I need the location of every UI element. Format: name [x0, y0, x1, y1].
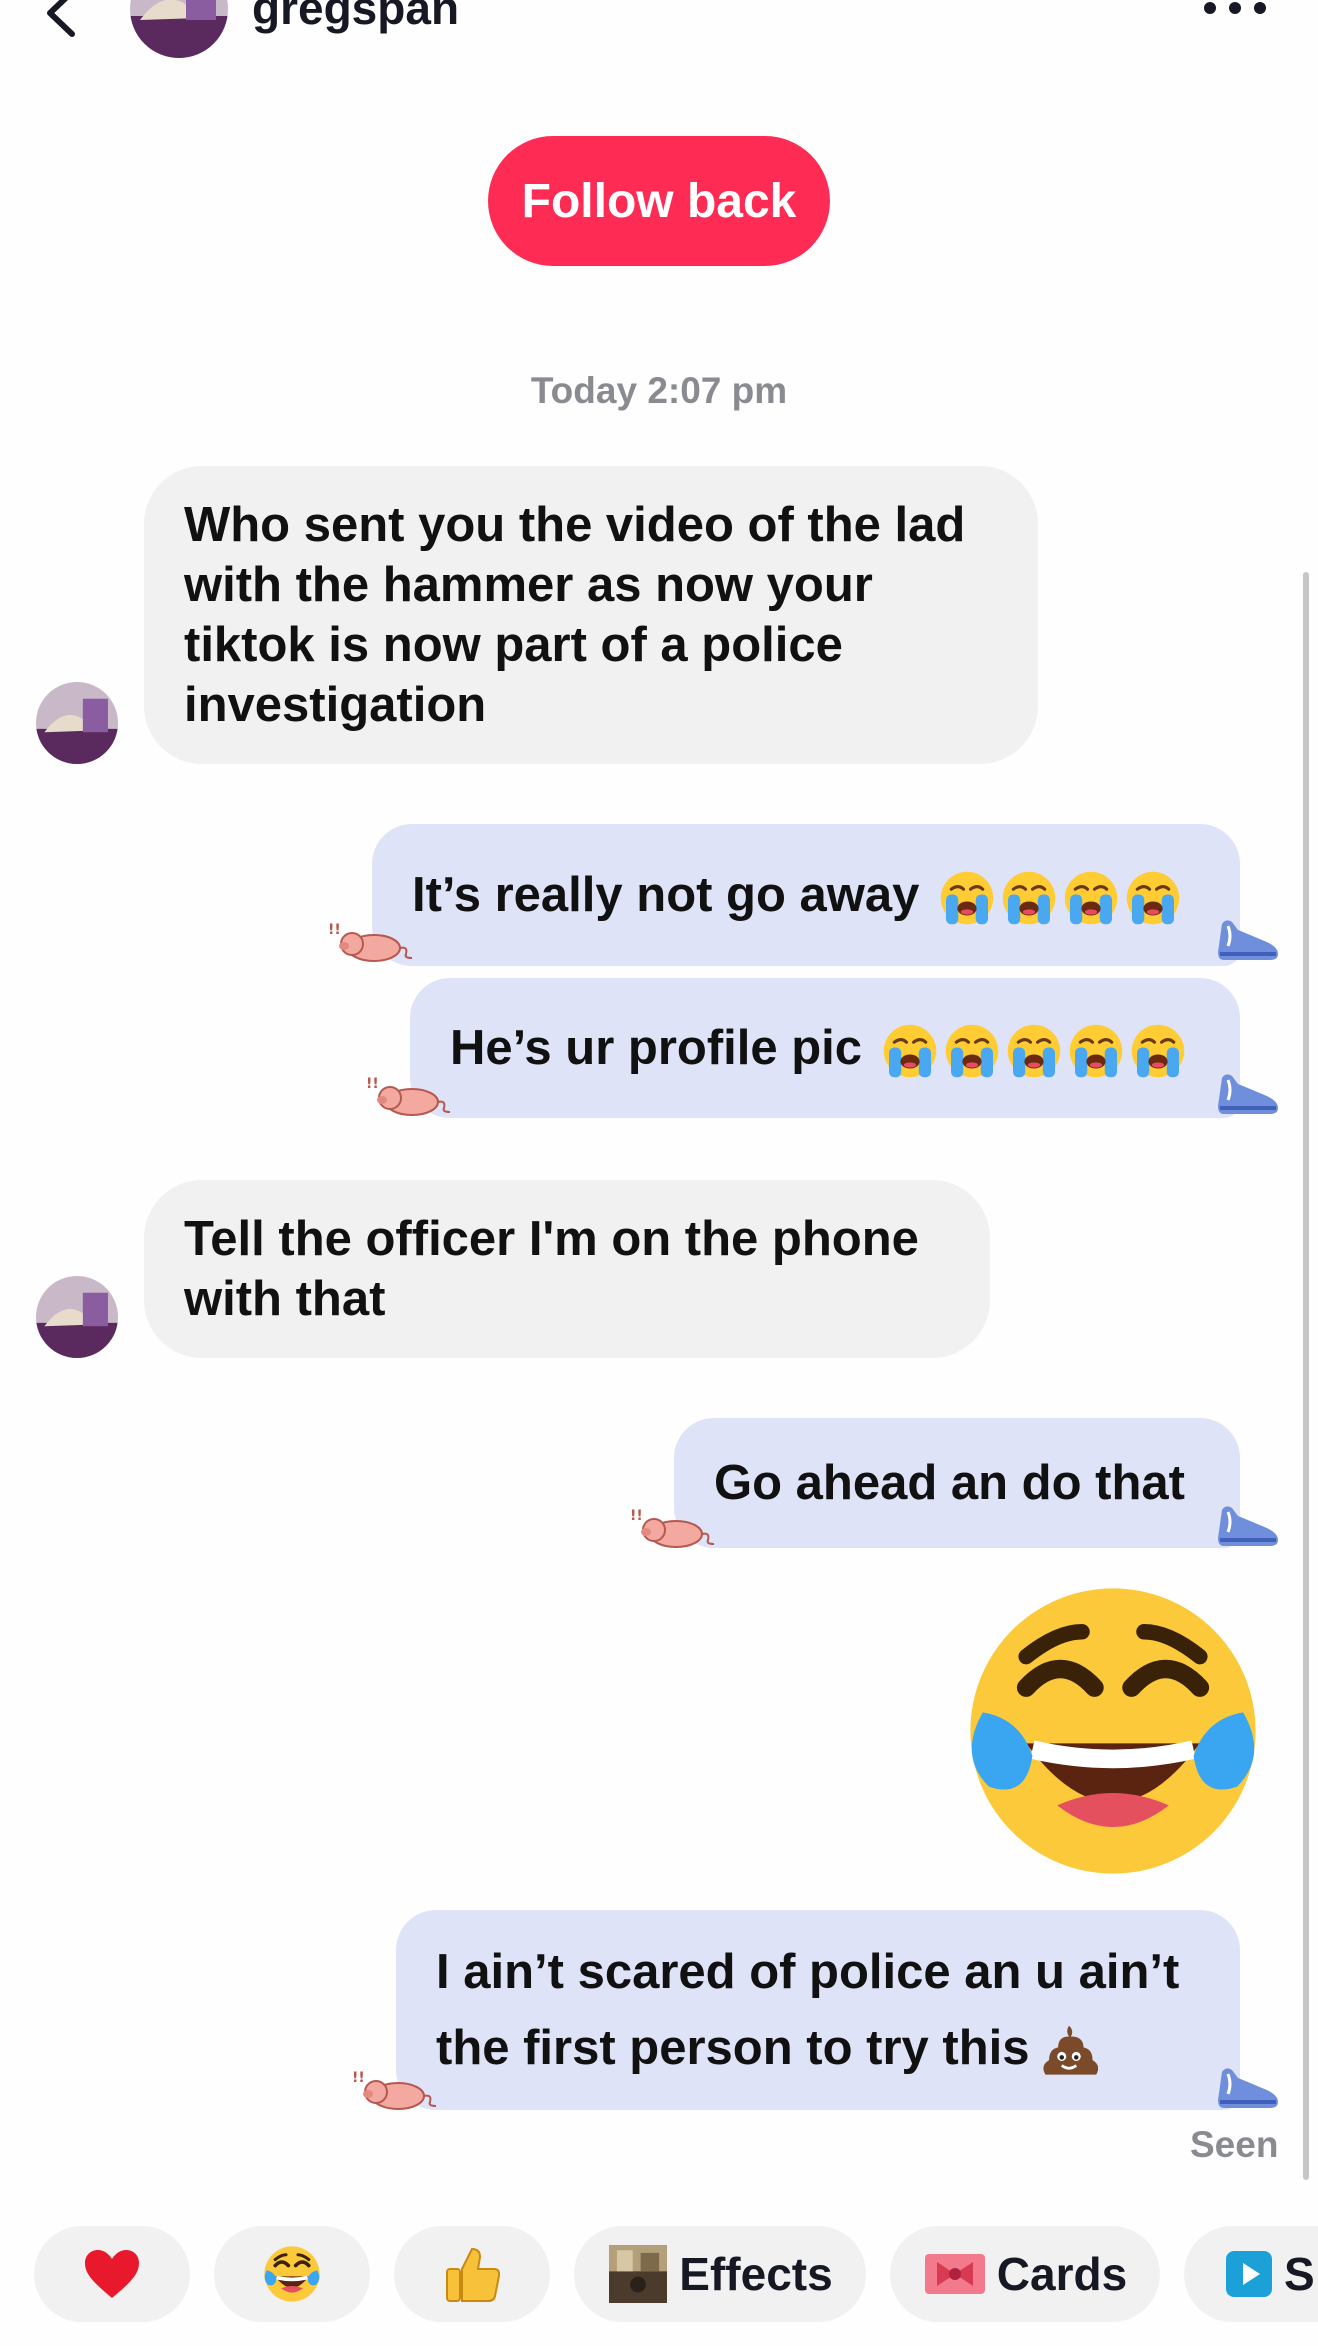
- laugh-reaction-button[interactable]: [214, 2226, 370, 2322]
- message-line: Who sent you the video of the lad: [184, 498, 966, 552]
- message-bubble-received[interactable]: Tell the officer I'm on the phone with t…: [144, 1180, 990, 1358]
- loudly-crying-face-icon: [882, 1023, 938, 1079]
- profile-photo-icon: [36, 682, 118, 764]
- seen-status: Seen: [1190, 2124, 1279, 2165]
- back-button[interactable]: [40, 0, 84, 38]
- loudly-crying-emoji-group: [933, 864, 1181, 925]
- cards-button[interactable]: Cards: [890, 2226, 1160, 2322]
- message-bubble-sent[interactable]: He’s ur profile pic: [410, 978, 1240, 1118]
- pig-sticker-icon: [350, 2068, 440, 2112]
- ellipsis-icon: [1204, 2, 1266, 14]
- message-text: Go ahead an do that: [714, 1456, 1185, 1510]
- shoe-sticker-icon: [1216, 1502, 1282, 1548]
- message-line: with that: [184, 1272, 386, 1326]
- pile-of-poo-icon: [1040, 2022, 1098, 2080]
- sender-avatar[interactable]: [36, 1276, 118, 1358]
- loudly-crying-face-icon: [1130, 1023, 1186, 1079]
- sender-avatar[interactable]: [36, 682, 118, 764]
- message-line: the first person to try this: [436, 2010, 1179, 2086]
- message-text: Tell the officer I'm on the phone with t…: [184, 1209, 919, 1329]
- loudly-crying-face-icon: [1068, 1023, 1124, 1079]
- message-line: with the hammer as now your: [184, 558, 873, 612]
- message-timestamp: Today 2:07 pm: [530, 370, 788, 411]
- follow-back-button[interactable]: Follow back: [488, 136, 830, 266]
- effects-thumbnail-icon: [607, 2245, 669, 2303]
- message-line: investigation: [184, 678, 487, 732]
- message-line-text: the first person to try this: [436, 2021, 1030, 2075]
- message-text: Who sent you the video of the lad with t…: [184, 495, 965, 735]
- message-text: He’s ur profile pic: [450, 1021, 863, 1075]
- message-line: tiktok is now part of a police: [184, 618, 843, 672]
- effects-label: Effects: [679, 2248, 833, 2300]
- cards-ribbon-icon: [924, 2254, 985, 2294]
- header-avatar[interactable]: [130, 0, 228, 58]
- profile-photo-icon: [36, 1276, 118, 1358]
- loudly-crying-face-icon: [944, 1023, 1000, 1079]
- face-with-tears-of-joy-icon[interactable]: [958, 1576, 1268, 1886]
- effects-button[interactable]: Effects: [574, 2226, 866, 2322]
- more-actions-button[interactable]: S: [1184, 2226, 1318, 2322]
- red-heart-icon: [85, 2250, 139, 2298]
- shoe-sticker-icon: [1216, 2064, 1282, 2110]
- thumbs-up-icon: [446, 2247, 500, 2302]
- message-bubble-received[interactable]: Who sent you the video of the lad with t…: [144, 466, 1038, 764]
- shoe-sticker-icon: [1216, 1070, 1282, 1116]
- pig-sticker-icon: [364, 1074, 454, 1118]
- message-text: I ain’t scared of police an u ain’t the …: [436, 1934, 1179, 2086]
- message-line: I ain’t scared of police an u ain’t: [436, 1945, 1180, 1999]
- message-bubble-sent[interactable]: Go ahead an do that: [674, 1418, 1240, 1548]
- pig-sticker-icon: [326, 920, 416, 964]
- loudly-crying-emoji-group: [876, 1017, 1186, 1078]
- message-bubble-sent[interactable]: It’s really not go away: [372, 824, 1240, 966]
- cards-label: Cards: [996, 2248, 1128, 2300]
- loudly-crying-face-icon: [939, 870, 995, 926]
- quick-reply-bar: Effects Cards S: [0, 2226, 1318, 2346]
- loudly-crying-face-icon: [1125, 870, 1181, 926]
- shoe-sticker-icon: [1216, 916, 1282, 962]
- chat-header: gregspan: [0, 0, 1318, 70]
- message-bubble-sent[interactable]: I ain’t scared of police an u ain’t the …: [396, 1910, 1240, 2110]
- loudly-crying-face-icon: [1006, 1023, 1062, 1079]
- pig-sticker-icon: [628, 1506, 718, 1550]
- scrollbar[interactable]: [1303, 572, 1309, 2180]
- loudly-crying-face-icon: [1001, 870, 1057, 926]
- more-actions-label: S: [1284, 2248, 1315, 2300]
- message-line: Tell the officer I'm on the phone: [184, 1212, 919, 1266]
- tears-of-joy-icon: [262, 2244, 322, 2304]
- thumbs-up-reaction-button[interactable]: [394, 2226, 550, 2322]
- chat-username[interactable]: gregspan: [252, 0, 459, 34]
- chevron-left-icon: [47, 0, 75, 37]
- play-icon: [1226, 2251, 1272, 2297]
- loudly-crying-face-icon: [1063, 870, 1119, 926]
- profile-photo-icon: [130, 0, 228, 58]
- heart-reaction-button[interactable]: [34, 2226, 190, 2322]
- message-text: It’s really not go away: [412, 868, 920, 922]
- more-options-button[interactable]: [1200, 0, 1270, 18]
